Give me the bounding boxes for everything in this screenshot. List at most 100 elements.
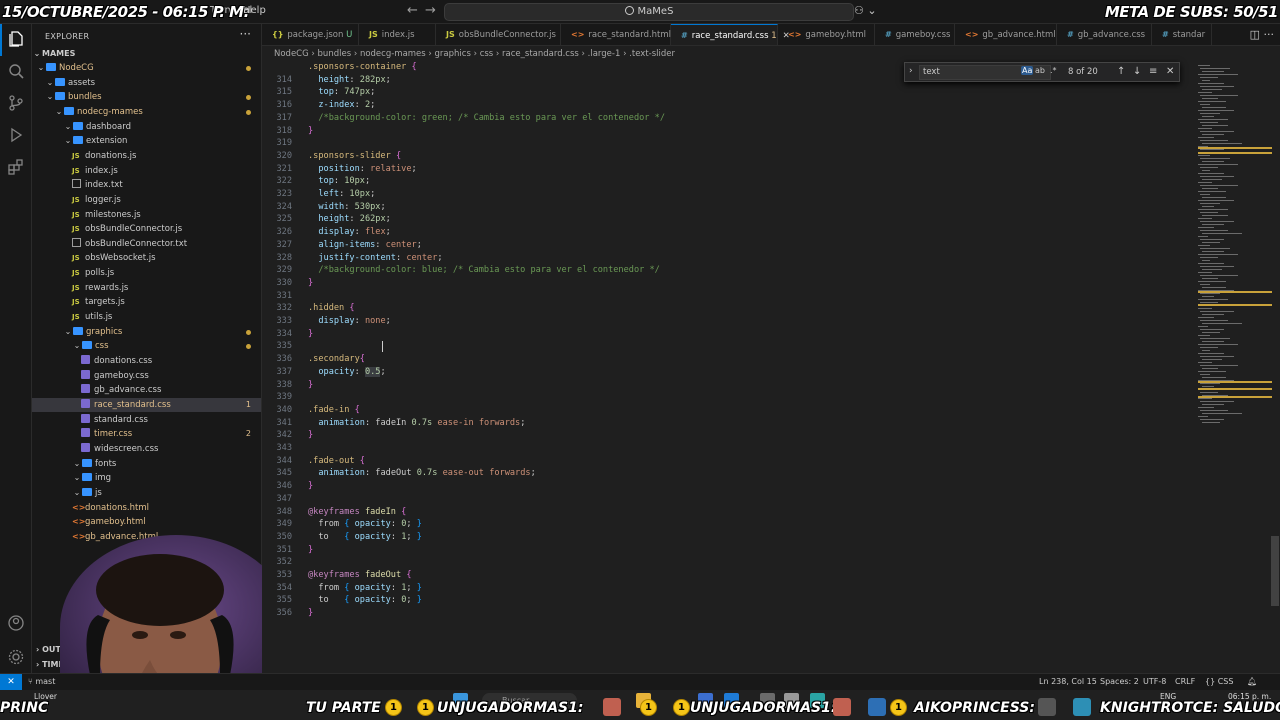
tree-item[interactable]: JS polls.js [32,266,261,280]
code-line[interactable]: 322 top: 10px; [262,175,1194,188]
tree-item[interactable]: timer.css 2 [32,427,261,441]
previous-match-arrow-icon[interactable]: ↑ [1117,66,1125,77]
forward-arrow-icon[interactable]: → [425,3,436,18]
source-control-icon[interactable] [6,94,26,114]
editor-tab[interactable]: # gameboy.css [875,24,955,45]
code-line[interactable]: 326 display: flex; [262,226,1194,239]
search-icon[interactable] [6,62,26,82]
code-line[interactable]: 330} [262,277,1194,290]
code-line[interactable]: 331 [262,290,1194,303]
code-line[interactable]: 328 justify-content: center; [262,252,1194,265]
code-line[interactable]: 344 .fade-out { [262,455,1194,468]
editor-tab[interactable]: JS obsBundleConnector.js [436,24,561,45]
code-line[interactable]: 349 from { opacity: 0; } [262,518,1194,531]
code-line[interactable]: 334} [262,328,1194,341]
tree-item[interactable]: JS donations.js [32,149,261,163]
tree-item[interactable]: JS rewards.js [32,281,261,295]
tree-item[interactable]: JS targets.js [32,295,261,309]
vertical-scrollbar[interactable] [1271,536,1279,606]
code-line[interactable]: 329 /*background-color: blue; /* Cambia … [262,264,1194,277]
code-line[interactable]: 351} [262,544,1194,557]
eol-status[interactable]: CRLF [1175,674,1195,690]
code-line[interactable]: 342} [262,429,1194,442]
code-line[interactable]: 327 align-items: center; [262,239,1194,252]
code-line[interactable]: 355 to { opacity: 0; } [262,594,1194,607]
tree-item[interactable]: ⌄ js [32,486,261,500]
tree-item[interactable]: JS obsBundleConnector.js [32,222,261,236]
tree-item[interactable]: ⌄ img [32,471,261,485]
code-line[interactable]: 346} [262,480,1194,493]
indentation-status[interactable]: Spaces: 2 [1100,674,1139,690]
breadcrumb-item[interactable]: race_standard.css [502,49,579,59]
code-line[interactable]: 324 width: 530px; [262,201,1194,214]
breadcrumb-item[interactable]: bundles [318,49,352,59]
editor-tab[interactable]: # gb_advance.css [1057,24,1152,45]
code-line[interactable]: 319 [262,137,1194,150]
tree-item[interactable]: standard.css [32,413,261,427]
editor-tab[interactable]: # race_standard.css 1 ✕ [671,24,790,45]
explorer-files-icon[interactable] [0,24,26,56]
branch-status[interactable]: ⑂ mast [28,674,55,690]
language-mode[interactable]: {} CSS [1205,674,1233,690]
code-line[interactable]: 323 left: 10px; [262,188,1194,201]
editor-tab[interactable]: <> race_standard.html [561,24,671,45]
tree-item[interactable]: donations.css [32,354,261,368]
code-line[interactable]: 348 @keyframes fadeIn { [262,506,1194,519]
encoding-status[interactable]: UTF-8 [1143,674,1166,690]
cursor-position[interactable]: Ln 238, Col 15 [1039,674,1097,690]
code-line[interactable]: 315 top: 747px; [262,86,1194,99]
tree-item[interactable]: obsBundleConnector.txt [32,237,261,251]
editor-tab[interactable]: JS index.js [359,24,436,45]
breadcrumb-item[interactable]: .large-1 [588,49,621,59]
find-in-selection-icon[interactable]: ≡ [1149,66,1157,77]
code-line[interactable]: 333 display: none; [262,315,1194,328]
tree-item[interactable]: JS index.js [32,164,261,178]
regex-toggle[interactable]: .* [1050,66,1057,75]
code-line[interactable]: 335 [262,340,1194,353]
notifications-bell-icon[interactable]: 🔔︎ [1247,674,1257,690]
split-editor-icon[interactable]: ◫ ··· [1250,28,1274,41]
match-case-toggle[interactable]: Aa [1021,66,1034,75]
tree-item[interactable]: <>gameboy.html [32,515,261,529]
match-whole-word-toggle[interactable]: ab [1035,66,1045,75]
tree-item[interactable]: index.txt [32,178,261,192]
code-line[interactable]: 341 animation: fadeIn 0.7s ease-in forwa… [262,417,1194,430]
tree-item[interactable]: JS logger.js [32,193,261,207]
code-line[interactable]: 356} [262,607,1194,620]
tree-item[interactable]: ⌄ css [32,339,261,353]
remote-indicator-icon[interactable]: ✕ [0,674,22,690]
code-editor[interactable]: .sponsors-container {314 height: 282px; 3… [262,61,1194,673]
tree-item[interactable]: race_standard.css 1 [32,397,261,412]
more-actions-icon[interactable]: ··· [240,27,251,41]
next-match-arrow-icon[interactable]: ↓ [1133,66,1141,77]
editor-tab[interactable]: {} package.json U [262,24,359,45]
code-line[interactable]: 316 z-index: 2; [262,99,1194,112]
code-line[interactable]: 338} [262,379,1194,392]
editor-tab[interactable]: <> gb_advance.html [955,24,1057,45]
tree-item[interactable]: widescreen.css [32,442,261,456]
toggle-replace-chevron-icon[interactable]: › [909,66,913,76]
code-line[interactable]: 317 /*background-color: green; /* Cambia… [262,112,1194,125]
code-line[interactable]: 354 from { opacity: 1; } [262,582,1194,595]
close-find-icon[interactable]: ✕ [1166,66,1174,77]
code-line[interactable]: 353 @keyframes fadeOut { [262,569,1194,582]
workspace-section[interactable]: ⌄ MAMES [32,47,261,61]
code-line[interactable]: 337 opacity: 0.5; [262,366,1194,379]
minimap[interactable] [1194,61,1280,673]
tree-item[interactable]: ⌄ fonts [32,457,261,471]
tree-item[interactable]: gb_advance.css [32,383,261,397]
tree-item[interactable]: ⌄ graphics [32,325,261,339]
code-line[interactable]: 320 .sponsors-slider { [262,150,1194,163]
code-line[interactable]: 347 [262,493,1194,506]
breadcrumb-item[interactable]: css [480,49,494,59]
code-line[interactable]: 339 [262,391,1194,404]
code-line[interactable]: 350 to { opacity: 1; } [262,531,1194,544]
code-line[interactable]: 325 height: 262px; [262,213,1194,226]
run-debug-icon[interactable] [6,126,26,146]
back-arrow-icon[interactable]: ← [407,3,418,18]
tree-item[interactable]: ⌄ bundles [32,90,261,104]
breadcrumb-item[interactable]: nodecg-mames [360,49,426,59]
editor-tab[interactable]: # standar [1152,24,1212,45]
code-line[interactable]: 343 [262,442,1194,455]
tree-item[interactable]: gameboy.css [32,369,261,383]
